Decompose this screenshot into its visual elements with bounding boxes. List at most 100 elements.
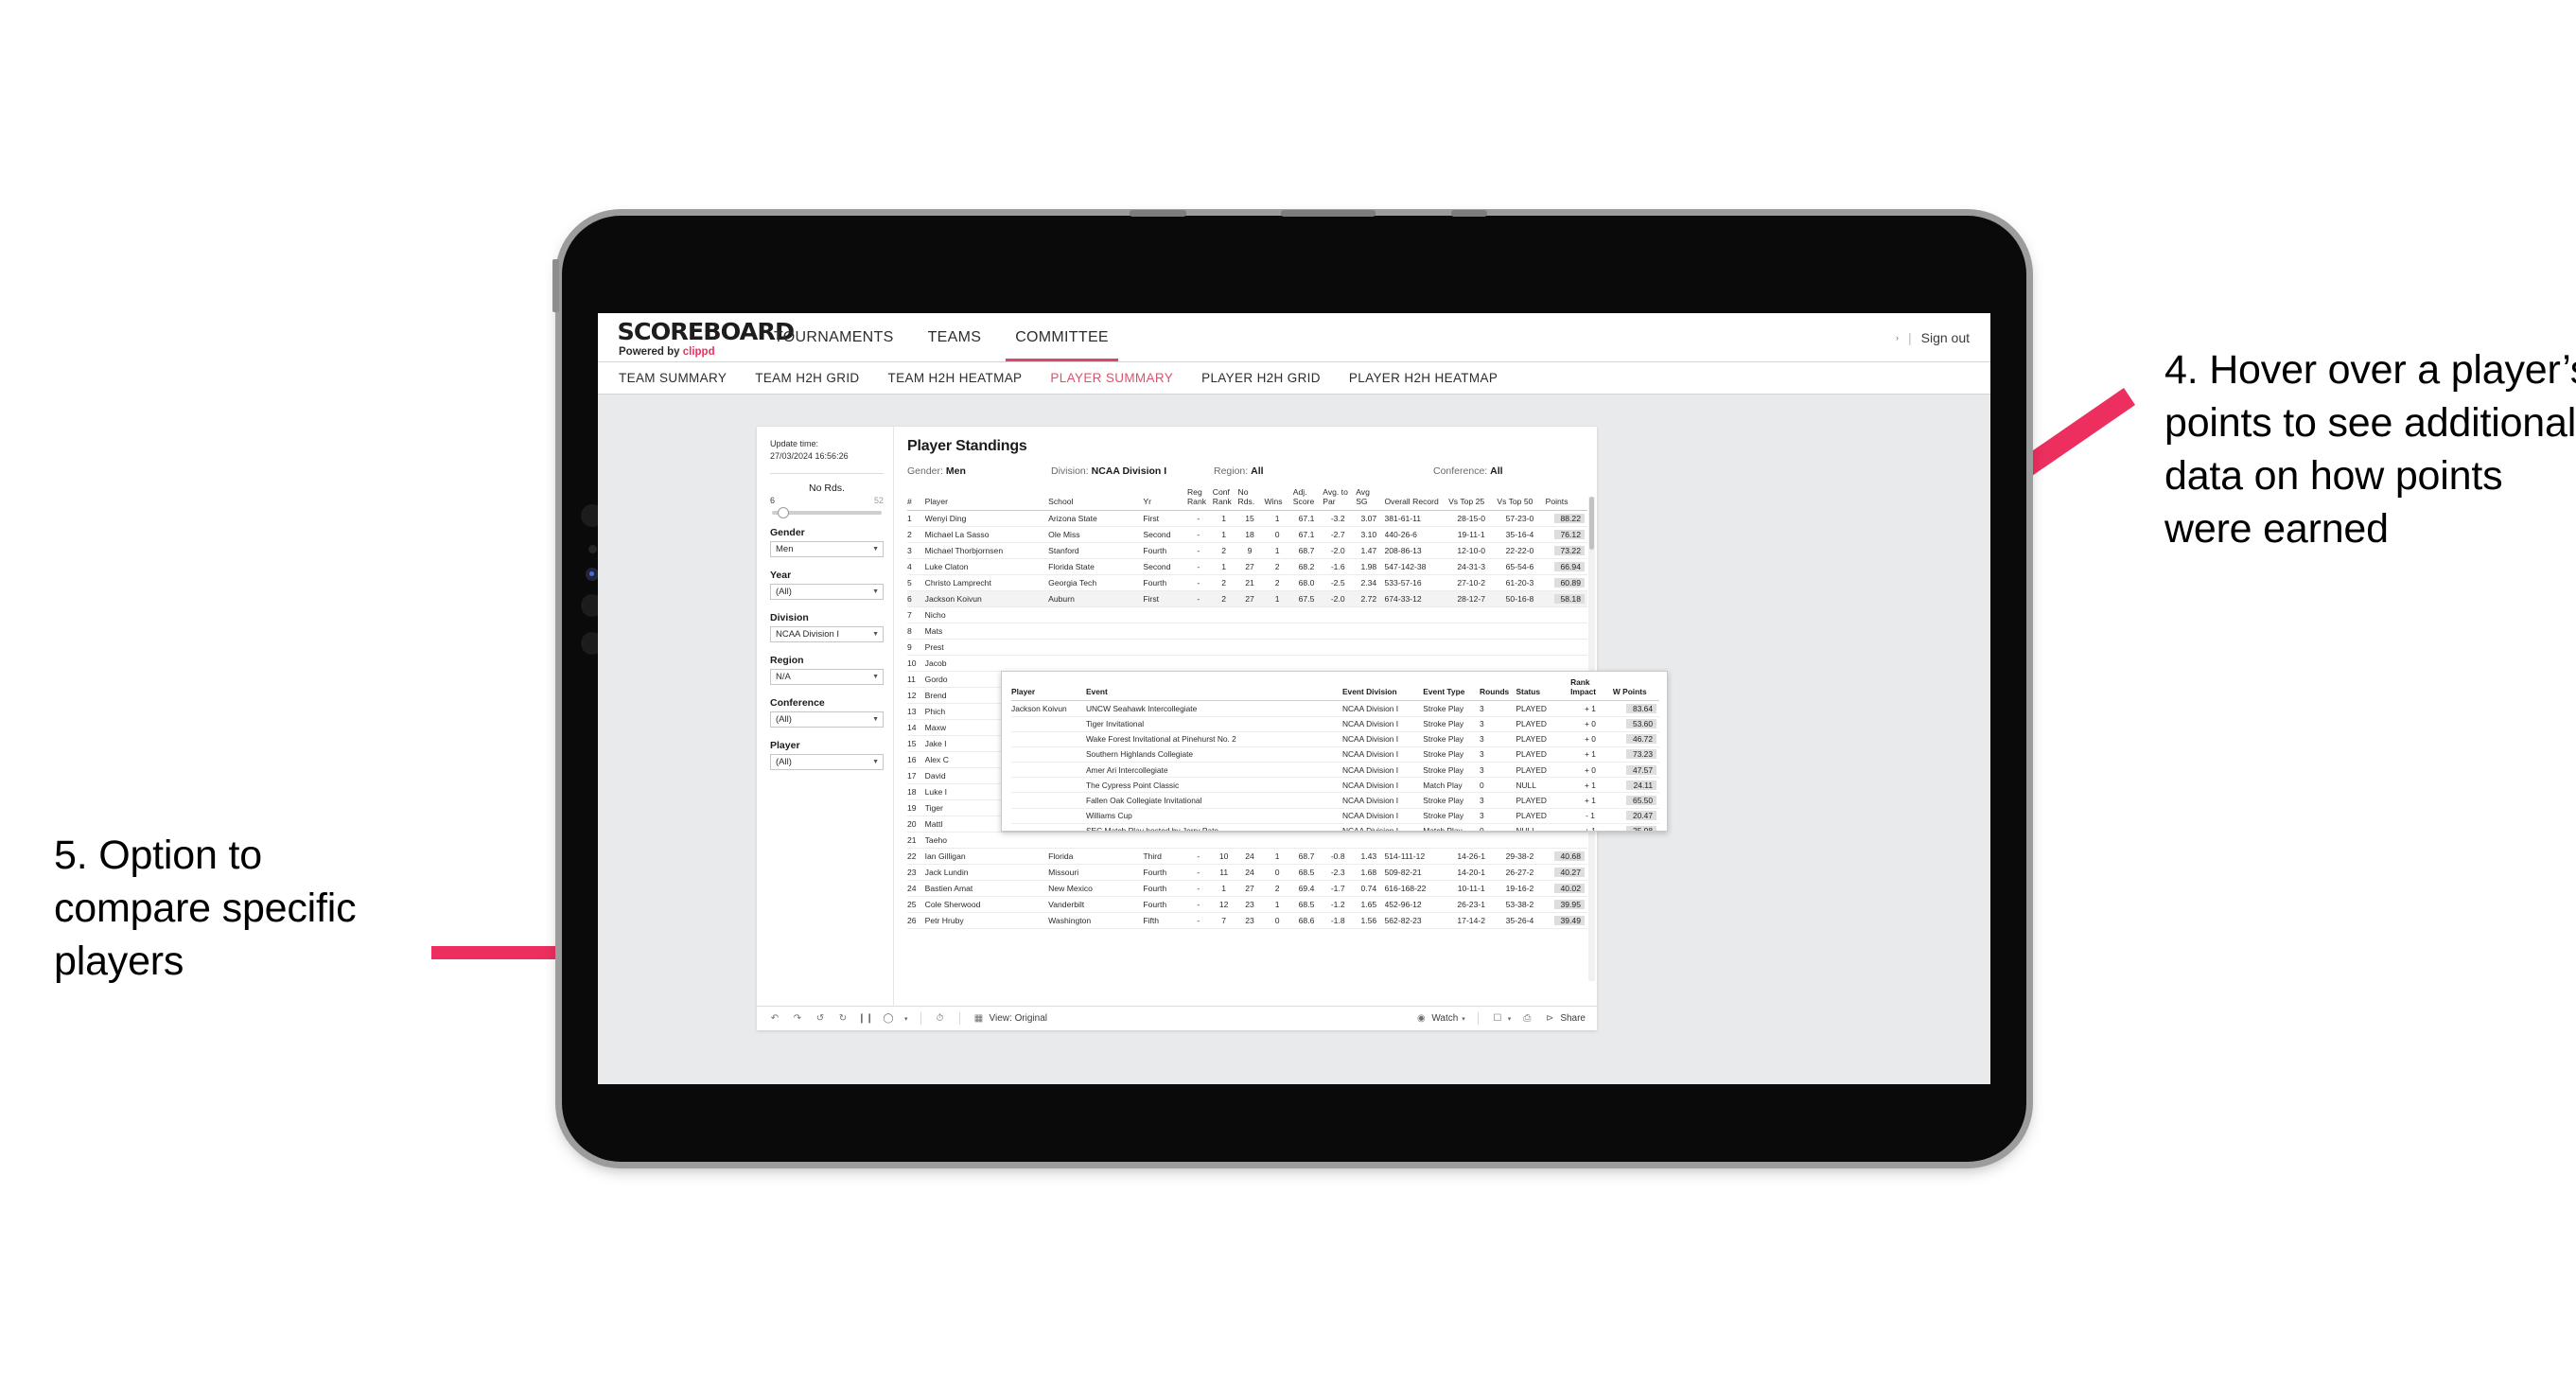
- scrollbar-thumb[interactable]: [1589, 497, 1594, 550]
- table-row[interactable]: 21 Taeho: [907, 832, 1587, 850]
- col-vs-top-50[interactable]: Vs Top 50: [1497, 488, 1546, 512]
- tab-team-h2h-heatmap[interactable]: TEAM H2H HEATMAP: [888, 371, 1023, 385]
- table-row[interactable]: 7 Nicho: [907, 606, 1587, 624]
- points-badge[interactable]: 73.22: [1554, 546, 1585, 556]
- meta-conference-value: All: [1490, 465, 1503, 477]
- points-badge[interactable]: 40.02: [1554, 884, 1585, 894]
- table-row[interactable]: 3 Michael Thorbjornsen Stanford Fourth -2 9 1 6…: [907, 542, 1587, 560]
- tab-team-h2h-grid[interactable]: TEAM H2H GRID: [755, 371, 859, 385]
- points-cell[interactable]: 76.12: [1545, 526, 1587, 544]
- col-vs-top-25[interactable]: Vs Top 25: [1448, 488, 1498, 512]
- table-row[interactable]: 4 Luke Claton Florida State Second -1 27 2 68.2…: [907, 558, 1587, 576]
- table-row[interactable]: 1 Wenyi Ding Arizona State First -1 15 1 67.1 -3…: [907, 510, 1587, 528]
- table-row[interactable]: 23 Jack Lundin Missouri Fourth -11 24 0 68.5 -2.…: [907, 864, 1587, 882]
- tablet-side-button: [552, 259, 559, 312]
- history-icon[interactable]: ⏱: [934, 1012, 947, 1026]
- points-cell[interactable]: [1545, 832, 1587, 850]
- gender-select-value: Men: [776, 544, 794, 555]
- col-points[interactable]: Points: [1545, 488, 1587, 512]
- tab-player-h2h-grid[interactable]: PLAYER H2H GRID: [1201, 371, 1321, 385]
- table-row[interactable]: 25 Cole Sherwood Vanderbilt Fourth -12 23 1 68.…: [907, 896, 1587, 914]
- points-cell[interactable]: 66.94: [1545, 558, 1587, 576]
- year-select[interactable]: (All) ▼: [770, 584, 884, 601]
- redo-icon[interactable]: ↷: [791, 1012, 804, 1026]
- points-cell[interactable]: 39.49: [1545, 912, 1587, 930]
- watch-button[interactable]: ◉ Watch ▾: [1414, 1012, 1465, 1026]
- points-badge[interactable]: 76.12: [1554, 530, 1585, 540]
- tab-team-summary[interactable]: TEAM SUMMARY: [619, 371, 727, 385]
- nav-item-tournaments[interactable]: TOURNAMENTS: [757, 313, 911, 361]
- col-conf-rank[interactable]: Conf Rank: [1212, 487, 1238, 512]
- brand-logo[interactable]: SCOREBOARD Powered by clippd: [598, 313, 796, 361]
- region-select[interactable]: N/A ▼: [770, 669, 884, 686]
- col-yr[interactable]: Yr: [1143, 488, 1187, 512]
- col-overall-record[interactable]: Overall Record: [1384, 488, 1449, 512]
- undo-icon[interactable]: ↶: [768, 1012, 781, 1026]
- col-no-rds[interactable]: No Rds.: [1237, 487, 1265, 512]
- highlight-icon[interactable]: ◯: [882, 1012, 895, 1026]
- slider-handle[interactable]: [778, 507, 789, 519]
- points-badge[interactable]: 39.49: [1554, 916, 1585, 926]
- reg-rank-cell: -: [1186, 912, 1213, 930]
- table-row[interactable]: 9 Prest: [907, 639, 1587, 657]
- table-row[interactable]: 26 Petr Hruby Washington Fifth -7 23 0 68.6 -1.8…: [907, 912, 1587, 930]
- col-avg-sg[interactable]: Avg SG: [1356, 487, 1385, 512]
- points-cell[interactable]: [1545, 606, 1587, 624]
- gender-select[interactable]: Men ▼: [770, 541, 884, 558]
- points-cell[interactable]: 40.27: [1545, 864, 1587, 882]
- division-select[interactable]: NCAA Division I ▼: [770, 626, 884, 643]
- no-rounds-slider[interactable]: [772, 507, 882, 519]
- points-badge[interactable]: 39.95: [1554, 900, 1585, 910]
- chevron-down-icon[interactable]: ▾: [904, 1015, 908, 1023]
- points-badge[interactable]: 60.89: [1554, 578, 1585, 588]
- revert-icon[interactable]: ↺: [814, 1012, 827, 1026]
- sign-out-link[interactable]: Sign out: [1921, 330, 1970, 345]
- table-row[interactable]: 24 Bastien Amat New Mexico Fourth -1 27 2 69.4-…: [907, 880, 1587, 898]
- tooltip-row: SEC Match Play hosted by Jerry Pate NCAA …: [1011, 823, 1659, 831]
- points-cell[interactable]: 60.89: [1545, 574, 1587, 592]
- view-original-button[interactable]: ▦ View: Original: [973, 1012, 1047, 1026]
- points-cell[interactable]: 58.18: [1545, 590, 1587, 608]
- points-badge[interactable]: 58.18: [1554, 594, 1585, 605]
- col-rank[interactable]: #: [907, 488, 925, 512]
- points-cell[interactable]: 40.02: [1545, 880, 1587, 898]
- pause-updates-icon[interactable]: ❙❙: [858, 1012, 874, 1026]
- col-wins[interactable]: Wins: [1264, 488, 1293, 512]
- points-cell[interactable]: 73.22: [1545, 542, 1587, 560]
- col-player[interactable]: Player: [924, 488, 1049, 512]
- wins-cell: 1: [1264, 590, 1293, 608]
- chevron-right-icon[interactable]: ›: [1896, 333, 1899, 342]
- tab-player-h2h-heatmap[interactable]: PLAYER H2H HEATMAP: [1349, 371, 1498, 385]
- subscribe-button[interactable]: ☐ ▾: [1491, 1012, 1511, 1026]
- download-icon[interactable]: ⎙: [1520, 1012, 1533, 1026]
- col-adj-score[interactable]: Adj. Score: [1292, 487, 1323, 512]
- refresh-data-icon[interactable]: ↻: [836, 1012, 850, 1026]
- player-select[interactable]: (All) ▼: [770, 754, 884, 771]
- conference-select[interactable]: (All) ▼: [770, 711, 884, 728]
- col-reg-rank[interactable]: Reg Rank: [1186, 487, 1213, 512]
- player-cell: Cole Sherwood: [924, 896, 1049, 914]
- points-cell[interactable]: [1545, 639, 1587, 657]
- table-row[interactable]: 5 Christo Lamprecht Georgia Tech Fourth -2 21…: [907, 574, 1587, 592]
- share-button[interactable]: ⊳ Share: [1543, 1012, 1586, 1026]
- points-badge[interactable]: 88.22: [1554, 514, 1585, 524]
- col-school[interactable]: School: [1048, 488, 1144, 512]
- table-row[interactable]: 22 Ian Gilligan Florida Third -10 24 1 68.7 -0.8…: [907, 848, 1587, 866]
- meta-gender: Gender: Men: [907, 465, 1051, 477]
- table-row[interactable]: 2 Michael La Sasso Ole Miss Second -1 18 0 67.1…: [907, 526, 1587, 544]
- nav-item-committee[interactable]: COMMITTEE: [998, 313, 1126, 361]
- points-cell[interactable]: [1545, 623, 1587, 640]
- table-row[interactable]: 6 Jackson Koivun Auburn First -2 27 1 67.5 -2.0 2…: [907, 590, 1587, 608]
- points-cell[interactable]: 88.22: [1545, 510, 1587, 528]
- points-badge[interactable]: 40.27: [1554, 868, 1585, 878]
- points-badge[interactable]: 66.94: [1554, 562, 1585, 572]
- nav-item-teams[interactable]: TEAMS: [911, 313, 999, 361]
- col-avg-to-par[interactable]: Avg. to Par: [1323, 487, 1357, 512]
- points-cell[interactable]: [1545, 655, 1587, 673]
- points-cell[interactable]: 39.95: [1545, 896, 1587, 914]
- table-row[interactable]: 10 Jacob: [907, 655, 1587, 673]
- points-cell[interactable]: 40.68: [1545, 848, 1587, 866]
- points-badge[interactable]: 40.68: [1554, 851, 1585, 862]
- tab-player-summary[interactable]: PLAYER SUMMARY: [1050, 371, 1173, 385]
- table-row[interactable]: 8 Mats: [907, 623, 1587, 640]
